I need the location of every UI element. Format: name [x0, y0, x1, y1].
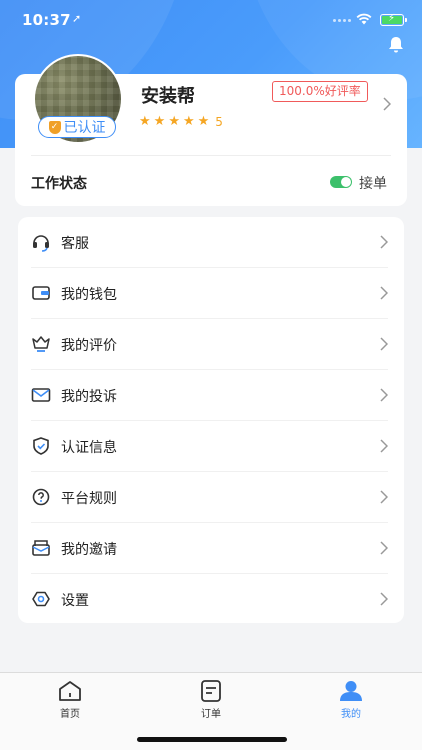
star-icon: ★	[139, 114, 151, 129]
chevron-right-icon	[380, 439, 388, 453]
work-status-value: 接单	[359, 176, 387, 192]
tab-orders[interactable]: 订单	[171, 679, 251, 720]
home-icon	[59, 681, 81, 701]
divider	[31, 155, 391, 156]
menu-item-label: 设置	[61, 593, 89, 609]
chevron-right-icon[interactable]	[383, 97, 391, 111]
star-rating: ★ ★ ★ ★ ★ 5	[139, 114, 223, 130]
menu-item-label: 客服	[61, 236, 89, 252]
chevron-right-icon	[380, 235, 388, 249]
tab-label: 我的	[341, 709, 361, 720]
menu-item-label: 我的邀请	[61, 542, 117, 558]
user-icon	[340, 681, 362, 701]
rating-badge: 100.0%好评率	[272, 81, 368, 102]
location-icon: ➚	[72, 12, 82, 25]
profile-card[interactable]: ✓ 已认证 安装帮 100.0%好评率 ★ ★ ★ ★ ★ 5 工作状态 接单	[15, 54, 407, 206]
menu-item-label: 我的评价	[61, 338, 117, 354]
menu-item-label: 我的投诉	[61, 389, 117, 405]
wallet-icon	[32, 286, 50, 300]
menu-item-certification[interactable]: 认证信息	[18, 421, 404, 472]
menu-item-complaints[interactable]: 我的投诉	[18, 370, 404, 421]
chevron-right-icon	[380, 388, 388, 402]
star-icon: ★	[153, 114, 166, 129]
tab-label: 订单	[201, 709, 221, 720]
menu-item-label: 我的钱包	[61, 287, 117, 303]
verified-badge: ✓ 已认证	[38, 116, 116, 138]
chevron-right-icon	[380, 286, 388, 300]
status-bar: 10:37 ➚ ⚡	[0, 0, 422, 40]
bell-icon[interactable]	[386, 35, 406, 55]
battery-icon: ⚡	[380, 13, 407, 26]
menu-list: 客服 我的钱包 我的评价 我的投诉 认证信息 平台规则 我的邀请 设置	[18, 217, 404, 623]
menu-item-settings[interactable]: 设置	[18, 574, 404, 625]
mail-icon	[31, 388, 51, 402]
chevron-right-icon	[380, 337, 388, 351]
home-indicator	[137, 737, 287, 742]
invite-icon	[32, 540, 50, 556]
work-status-toggle[interactable]	[330, 176, 352, 188]
star-icon: ★	[182, 114, 195, 129]
work-status-label: 工作状态	[31, 176, 87, 192]
shield-check-icon	[33, 437, 49, 455]
chevron-right-icon	[380, 490, 388, 504]
tab-mine[interactable]: 我的	[311, 679, 391, 720]
signal-icon	[333, 19, 351, 22]
verified-label: 已认证	[63, 120, 106, 136]
user-name: 安装帮	[141, 86, 195, 107]
menu-item-reviews[interactable]: 我的评价	[18, 319, 404, 370]
question-icon	[32, 488, 50, 506]
tab-home[interactable]: 首页	[30, 679, 110, 720]
menu-item-customer-service[interactable]: 客服	[18, 217, 404, 268]
settings-icon	[32, 591, 50, 607]
tab-label: 首页	[60, 709, 80, 720]
chevron-right-icon	[380, 541, 388, 555]
menu-item-label: 认证信息	[61, 440, 117, 456]
status-time: 10:37	[22, 11, 71, 29]
order-icon	[201, 680, 221, 702]
headset-icon	[33, 235, 49, 252]
review-icon	[32, 336, 50, 352]
rating-score: 5	[215, 115, 223, 129]
wifi-icon	[356, 13, 372, 25]
star-icon: ★	[197, 114, 210, 129]
verified-shield-icon: ✓	[48, 120, 61, 134]
star-icon: ★	[168, 114, 180, 129]
menu-item-wallet[interactable]: 我的钱包	[18, 268, 404, 319]
chevron-right-icon	[380, 592, 388, 606]
menu-item-label: 平台规则	[61, 491, 117, 507]
menu-item-invitations[interactable]: 我的邀请	[18, 523, 404, 574]
menu-item-platform-rules[interactable]: 平台规则	[18, 472, 404, 523]
